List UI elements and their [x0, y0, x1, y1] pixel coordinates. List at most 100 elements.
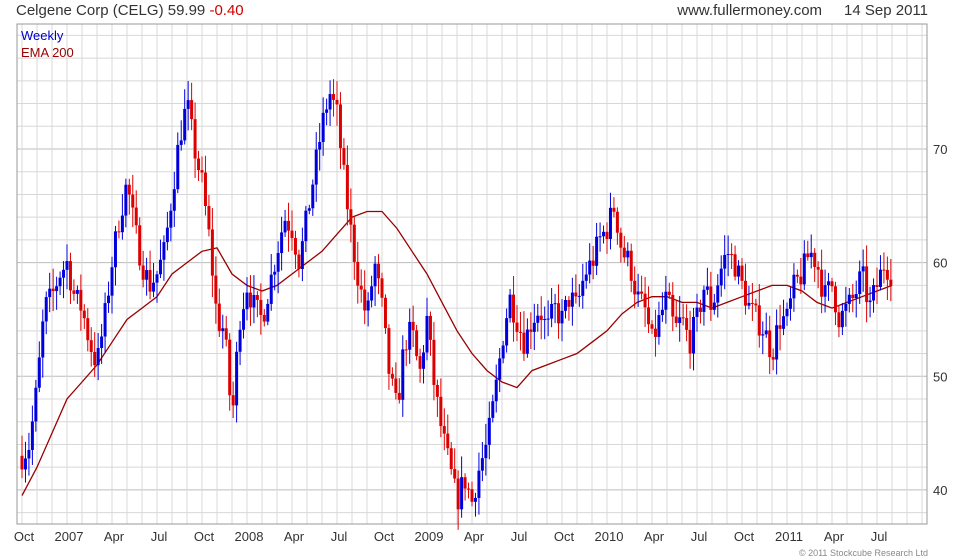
- price-bar-body: [470, 489, 474, 502]
- price-bar-body: [231, 395, 235, 406]
- price-bar-body: [370, 286, 374, 301]
- price-bar-body: [314, 149, 318, 185]
- price-bar-body: [799, 276, 803, 285]
- price-bar-body: [602, 231, 606, 237]
- price-bar-body: [439, 396, 443, 427]
- price-bar-body: [827, 281, 831, 286]
- price-bar-body: [491, 401, 495, 418]
- price-bar-body: [529, 329, 533, 332]
- price-bar-body: [245, 292, 249, 310]
- price-bar-body: [484, 444, 488, 459]
- price-bar-body: [591, 260, 595, 266]
- price-bar-body: [612, 207, 616, 212]
- price-bar-body: [865, 266, 869, 303]
- price-bar-body: [435, 384, 439, 397]
- price-bar-body: [27, 449, 31, 459]
- price-bar-body: [830, 281, 834, 287]
- price-bar-body: [259, 299, 263, 315]
- price-bar-body: [34, 387, 38, 422]
- price-bar-body: [477, 470, 481, 498]
- price-bar-body: [193, 119, 197, 159]
- price-bar-body: [107, 295, 111, 304]
- x-tick-label: Apr: [104, 529, 125, 544]
- price-bar-body: [647, 307, 651, 325]
- price-bar-body: [58, 277, 62, 287]
- x-tick-label: 2011: [775, 529, 803, 544]
- price-bar-body: [636, 291, 640, 295]
- price-bar-body: [858, 271, 862, 295]
- price-bar-body: [664, 291, 668, 310]
- price-bar-body: [207, 206, 211, 230]
- price-bar-body: [86, 318, 90, 341]
- price-bar-body: [584, 274, 588, 281]
- price-bar-body: [674, 316, 678, 323]
- y-tick-label: 60: [933, 256, 947, 271]
- price-bar-body: [740, 265, 744, 281]
- price-bar-body: [214, 275, 218, 304]
- price-bar-body: [422, 352, 426, 369]
- price-bar-body: [626, 250, 630, 258]
- price-bar-body: [311, 184, 315, 209]
- price-bar-body: [373, 263, 377, 287]
- price-bar-body: [615, 211, 619, 233]
- price-bar-body: [131, 194, 135, 208]
- price-bar-body: [671, 294, 675, 317]
- price-bar-body: [868, 300, 872, 303]
- price-bar-body: [525, 329, 529, 354]
- price-bar-body: [332, 94, 336, 100]
- x-tick-label: Apr: [824, 529, 845, 544]
- price-bar-body: [660, 309, 664, 316]
- price-bar-body: [629, 250, 633, 281]
- price-bar-body: [401, 349, 405, 400]
- price-bar-body: [726, 254, 730, 256]
- price-bar-body: [813, 252, 817, 268]
- price-bar-body: [570, 292, 574, 307]
- price-bar-body: [595, 236, 599, 266]
- price-bar-body: [335, 99, 339, 105]
- price-bar-body: [307, 208, 311, 211]
- price-bar-body: [304, 210, 308, 242]
- price-bar-body: [816, 267, 820, 270]
- price-bar-body: [383, 297, 387, 329]
- price-bar-body: [518, 331, 522, 333]
- price-bar-body: [653, 328, 657, 337]
- price-bar-body: [411, 321, 415, 331]
- price-bar-body: [750, 302, 754, 304]
- price-bar-body: [65, 261, 69, 270]
- price-bar-body: [581, 280, 585, 296]
- price-bar-body: [737, 265, 741, 277]
- x-tick-label: Oct: [194, 529, 215, 544]
- price-bar-body: [20, 455, 24, 470]
- price-bar-body: [359, 285, 363, 290]
- price-bar-body: [380, 278, 384, 298]
- price-bar-body: [889, 279, 893, 286]
- price-bar-body: [598, 236, 602, 238]
- price-bar-body: [155, 274, 159, 283]
- price-bar-body: [248, 292, 252, 308]
- x-tick-label: 2010: [595, 529, 624, 544]
- price-bar-body: [349, 209, 353, 225]
- price-bar-body: [110, 267, 114, 296]
- price-bar-body: [557, 303, 561, 324]
- price-bar-body: [290, 230, 294, 239]
- price-bar-body: [266, 303, 270, 322]
- price-bar-body: [473, 497, 477, 502]
- price-bar-body: [847, 294, 851, 304]
- price-bar-body: [456, 478, 460, 510]
- price-bar-body: [321, 112, 325, 142]
- y-tick-label: 40: [933, 483, 947, 498]
- price-bar-body: [657, 315, 661, 337]
- price-bar-body: [875, 285, 879, 287]
- price-bar-body: [283, 220, 287, 233]
- price-bar-body: [338, 104, 342, 149]
- price-bar-body: [217, 303, 221, 332]
- price-bar-body: [688, 329, 692, 354]
- price-bar-body: [681, 317, 685, 319]
- price-bar-body: [82, 310, 86, 319]
- price-bar-body: [93, 351, 97, 366]
- price-bar-body: [563, 299, 567, 311]
- price-bar-body: [487, 417, 491, 445]
- price-bar-body: [820, 269, 824, 297]
- price-bar-body: [127, 184, 131, 195]
- price-bar-body: [252, 295, 256, 308]
